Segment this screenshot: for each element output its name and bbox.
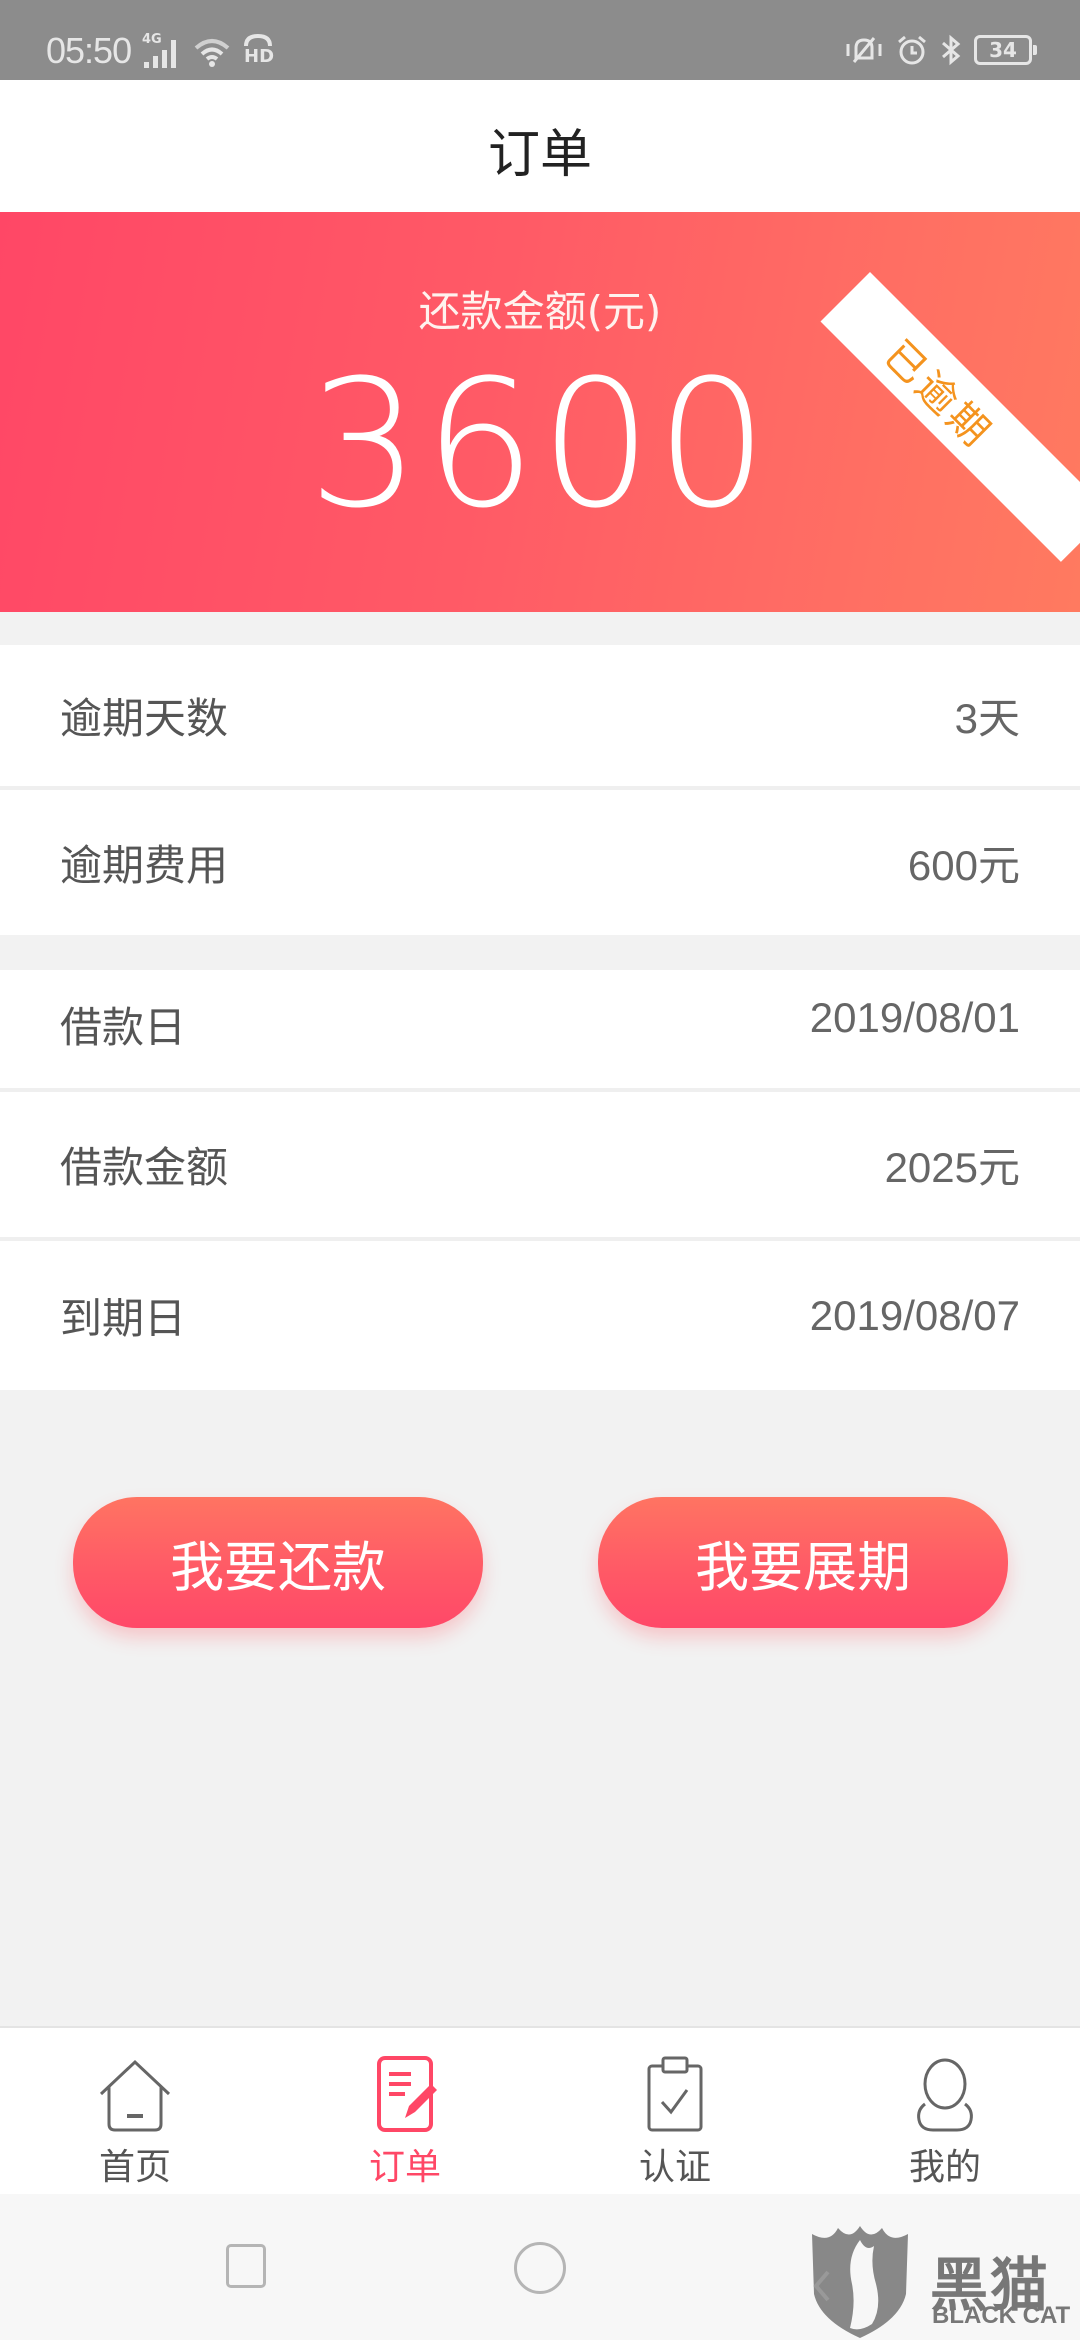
recents-button[interactable] [226, 2244, 266, 2288]
row-value: 2019/08/01 [809, 994, 1020, 1041]
hd-label: HD [244, 46, 275, 67]
home-icon [99, 2059, 171, 2132]
status-bar: 05:50 4G HD 34 [0, 0, 1080, 80]
tab-label: 认证 [638, 2147, 711, 2188]
tab-home[interactable]: 首页 [0, 2028, 270, 2194]
status-right-icons: 34 [844, 34, 1037, 66]
system-nav-bar: 黑猫 BLACK CAT [0, 2194, 1080, 2340]
signal-icon: 4G [142, 32, 182, 68]
page-title: 订单 [487, 125, 592, 185]
row-value: 2019/08/07 [809, 1291, 1020, 1339]
vibrate-icon [846, 37, 882, 63]
status-left-icons: 4G HD [142, 32, 274, 68]
repayment-banner: 还款金额(元) 3600 已逾期 [0, 212, 1080, 612]
row-value: 3天 [954, 695, 1020, 742]
order-icon [377, 2056, 437, 2132]
watermark-en: BLACK CAT [932, 2302, 1071, 2329]
loan-info-section: 借款日 2019/08/01 借款金额 2025元 到期日 2019/08/07 [0, 970, 1080, 1390]
row-value: 600元 [907, 842, 1020, 889]
info-row-loan-amount: 借款金额 2025元 [0, 1092, 1080, 1241]
row-label: 逾期费用 [60, 841, 229, 890]
home-button[interactable] [514, 2242, 566, 2294]
hd-call-icon: HD [242, 34, 274, 68]
info-row-due-date: 到期日 2019/08/07 [0, 1241, 1080, 1390]
app-header: 订单 [0, 80, 1080, 212]
battery-level: 34 [989, 38, 1017, 62]
row-label: 借款金额 [60, 1143, 229, 1192]
row-label: 逾期天数 [60, 694, 229, 743]
extend-button[interactable]: 我要展期 [598, 1497, 1008, 1628]
tab-label: 首页 [98, 2147, 171, 2188]
info-row-loan-date: 借款日 2019/08/01 [0, 970, 1080, 1092]
info-row-overdue-fee: 逾期费用 600元 [0, 790, 1080, 935]
row-label: 到期日 [60, 1294, 187, 1343]
info-row-overdue-days: 逾期天数 3天 [0, 645, 1080, 790]
user-icon [917, 2058, 973, 2132]
status-time: 05:50 [46, 30, 132, 71]
tab-label: 我的 [908, 2147, 981, 2188]
bluetooth-icon [942, 34, 961, 66]
tab-orders[interactable]: 订单 [270, 2028, 540, 2194]
repay-button[interactable]: 我要还款 [73, 1497, 483, 1628]
row-value: 2025元 [884, 1144, 1020, 1191]
tab-profile[interactable]: 我的 [810, 2028, 1080, 2194]
black-cat-logo-icon [812, 2226, 908, 2338]
alarm-icon [898, 35, 926, 65]
black-cat-watermark: 黑猫 BLACK CAT [810, 2224, 1080, 2340]
tab-verification[interactable]: 认证 [540, 2028, 810, 2194]
tab-label: 订单 [368, 2147, 441, 2188]
bottom-tab-bar: 首页 订单 认证 我的 [0, 2026, 1080, 2194]
overdue-info-section: 逾期天数 3天 逾期费用 600元 [0, 645, 1080, 935]
battery-icon: 34 [974, 35, 1037, 65]
row-label: 借款日 [60, 1003, 187, 1052]
wifi-icon [194, 39, 230, 67]
clipboard-check-icon [647, 2056, 703, 2132]
